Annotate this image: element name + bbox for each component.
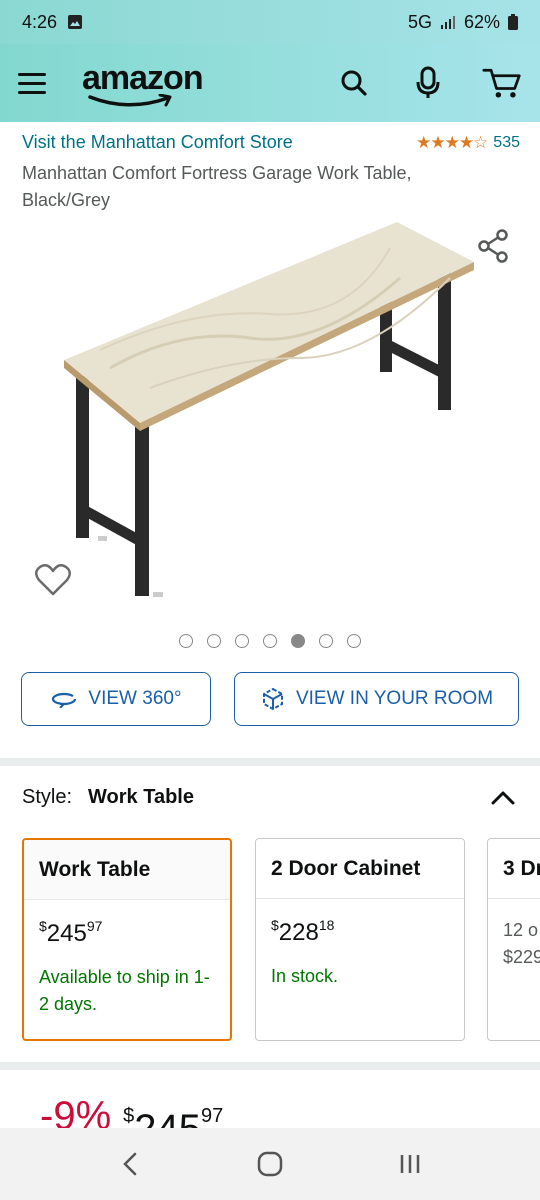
amazon-smile-icon [88, 94, 172, 107]
view-in-your-room-button[interactable]: VIEW IN YOUR ROOM [234, 672, 519, 726]
signal-icon [440, 16, 455, 29]
cart-icon[interactable] [482, 63, 522, 103]
wishlist-heart-icon[interactable] [34, 562, 72, 598]
battery-icon [508, 14, 518, 30]
home-icon[interactable] [250, 1144, 290, 1184]
view-in-your-room-label: VIEW IN YOUR ROOM [295, 688, 494, 709]
style-option-price: $24597 [39, 918, 103, 947]
style-option-detail: 12 o $229 [503, 920, 540, 967]
discount-percent: -9% [40, 1094, 112, 1132]
system-nav-bar [0, 1128, 540, 1200]
back-icon[interactable] [110, 1144, 150, 1184]
gallery-dots[interactable] [0, 634, 540, 648]
amazon-logo[interactable]: amazon [82, 58, 212, 108]
style-option-name: 3 Dr [488, 839, 540, 899]
current-price: $24597 [123, 1105, 224, 1132]
style-option-name: Work Table [24, 840, 230, 900]
status-time: 4:26 [22, 11, 58, 32]
rating-count[interactable]: 535 [493, 134, 520, 152]
star-rating-icon: ★★★★☆ [416, 132, 488, 152]
microphone-icon[interactable] [408, 63, 448, 103]
app-header: amazon [0, 44, 540, 122]
view-360-button[interactable]: VIEW 360° [21, 672, 211, 726]
menu-icon[interactable] [18, 65, 54, 101]
table-leg [438, 270, 451, 410]
style-value: Work Table [88, 786, 194, 808]
section-divider [0, 758, 540, 766]
store-link[interactable]: Visit the Manhattan Comfort Store [22, 132, 293, 153]
gallery-notification-icon [68, 15, 83, 29]
store-row: Visit the Manhattan Comfort Store ★★★★☆ … [22, 132, 520, 153]
style-label: Style: [22, 786, 73, 808]
view-360-label: VIEW 360° [88, 688, 182, 709]
chevron-up-icon[interactable] [490, 790, 516, 806]
search-icon[interactable] [334, 63, 374, 103]
rating[interactable]: ★★★★☆ 535 [416, 133, 520, 153]
section-divider [0, 1062, 540, 1070]
product-title: Manhattan Comfort Fortress Garage Work T… [22, 163, 412, 210]
style-option-2-door-cabinet[interactable]: 2 Door Cabinet $22818 In stock. [255, 838, 465, 1041]
gallery-dot[interactable] [263, 634, 277, 648]
gallery-dot[interactable] [179, 634, 193, 648]
style-option-name: 2 Door Cabinet [256, 839, 464, 899]
price-block: -9% $24597 [40, 1092, 223, 1132]
gallery-dot[interactable] [235, 634, 249, 648]
gallery-dot[interactable] [347, 634, 361, 648]
style-option-price: $22818 [271, 917, 335, 946]
gallery-dot[interactable] [207, 634, 221, 648]
style-option-3-drawer[interactable]: 3 Dr 12 o $229 [487, 838, 540, 1041]
share-icon[interactable] [476, 228, 512, 264]
style-selector-header[interactable]: Style: Work Table [22, 786, 516, 809]
product-image[interactable] [40, 218, 490, 608]
battery-percent: 62% [463, 11, 500, 32]
table-leg [135, 424, 149, 596]
gallery-dot[interactable] [291, 634, 305, 648]
tabletop [64, 222, 474, 423]
network-label: 5G [407, 11, 432, 32]
gallery-dot[interactable] [319, 634, 333, 648]
style-option-work-table[interactable]: Work Table $24597 Available to ship in 1… [22, 838, 232, 1041]
recent-apps-icon[interactable] [390, 1144, 430, 1184]
style-option-availability: Available to ship in 1-2 days. [39, 967, 210, 1014]
style-option-availability: In stock. [271, 966, 339, 986]
ar-cube-icon [262, 687, 283, 711]
status-bar: 4:26 5G 62% [0, 0, 540, 44]
rotate-360-icon [52, 692, 77, 708]
